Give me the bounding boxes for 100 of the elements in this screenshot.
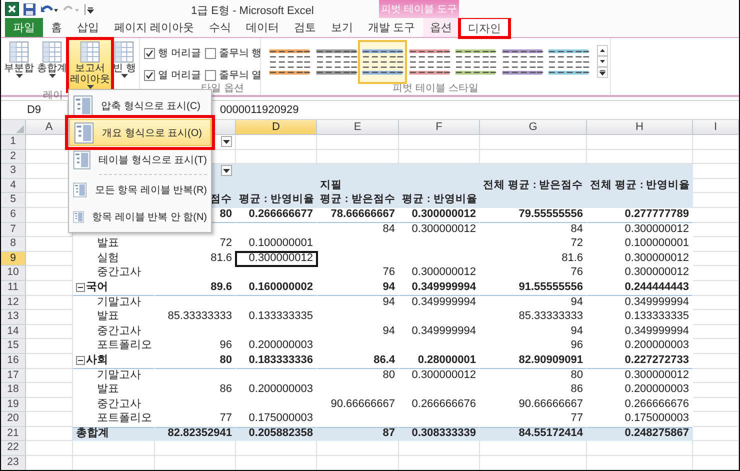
row-header[interactable]: 17 <box>1 368 26 384</box>
row-header[interactable]: 3 <box>1 164 26 179</box>
table-cell-text: 0.266666676 <box>410 398 477 412</box>
ribbon-button[interactable]: 빈 행 <box>112 40 137 90</box>
table-cell <box>693 150 739 164</box>
row-header[interactable]: 22 <box>1 441 26 456</box>
ribbon-tab[interactable]: 홈 <box>44 18 69 37</box>
table-cell: 0.28000001 <box>399 354 480 368</box>
ribbon-tab[interactable]: 검토 <box>287 18 324 37</box>
ribbon-button[interactable]: 부분합 <box>3 40 35 90</box>
checkbox-label[interactable]: 열 머리글 <box>158 68 201 82</box>
table-cell: 78.66666667 <box>317 208 399 223</box>
table-icon <box>80 41 100 63</box>
ribbon-tab[interactable]: 옵션 <box>423 18 460 37</box>
table-cell-text: 0.300000012 <box>410 222 477 237</box>
table-cell: 전체 평균 : 반영비율 <box>587 178 693 194</box>
collapse-icon[interactable] <box>76 283 85 292</box>
scroll-up-icon[interactable] <box>597 45 608 56</box>
ribbon-tab[interactable]: 보기 <box>324 18 360 37</box>
table-cell-text: 중간고사 <box>96 324 142 339</box>
row-header[interactable]: 13 <box>1 310 26 325</box>
row-header[interactable]: 21 <box>1 426 26 442</box>
ribbon-tab[interactable]: 데이터 <box>239 18 286 37</box>
row-header[interactable]: 16 <box>1 354 26 368</box>
table-cell-text: 중간고사 <box>96 266 142 280</box>
row-header[interactable]: 12 <box>1 296 26 310</box>
column-header[interactable]: D <box>236 120 317 135</box>
row-header[interactable]: 4 <box>1 178 26 194</box>
ribbon-tab[interactable]: 개발 도구 <box>361 18 422 37</box>
column-header[interactable]: I <box>693 120 739 135</box>
table-cell-text: 중간고사 <box>96 398 142 412</box>
table-cell-text: 0.175000003 <box>624 412 690 426</box>
row-header[interactable]: 23 <box>1 456 26 470</box>
table-cell <box>26 412 73 427</box>
table-cell: 0.277777789 <box>587 208 693 223</box>
checkbox[interactable] <box>144 48 155 58</box>
layout-icon <box>73 94 93 116</box>
checkbox[interactable] <box>204 70 216 80</box>
table-cell: 89.6 <box>155 280 236 296</box>
column-header[interactable]: F <box>399 120 480 135</box>
ribbon-button[interactable]: 보고서 레이아웃 <box>69 40 111 90</box>
collapse-icon[interactable] <box>76 356 85 366</box>
ribbon-tab[interactable]: 삽입 <box>70 18 106 37</box>
row-header[interactable]: 20 <box>1 412 26 427</box>
caret-icon <box>223 140 230 144</box>
table-cell-text: 0.266666676 <box>624 398 690 412</box>
row-header[interactable]: 14 <box>1 324 26 340</box>
row-header[interactable]: 8 <box>1 237 26 252</box>
row-header[interactable]: 9 <box>1 252 26 266</box>
checkbox[interactable] <box>144 70 155 80</box>
table-cell-text: 94 <box>570 296 584 310</box>
column-header[interactable]: H <box>587 120 693 135</box>
filter-dropdown-button[interactable] <box>221 136 232 148</box>
row-header[interactable]: 7 <box>1 222 26 238</box>
checkbox-label[interactable]: 줄무늬 행 <box>218 46 262 60</box>
row-header[interactable]: 11 <box>1 280 26 296</box>
menu-item[interactable]: 압축 형식으로 표시(C) <box>69 92 211 119</box>
menu-item[interactable]: 테이블 형식으로 표시(T) <box>69 146 211 173</box>
row-header[interactable]: 6 <box>1 208 26 223</box>
table-cell <box>693 383 739 398</box>
customize-toolbar-icon[interactable] <box>84 2 94 16</box>
row-header[interactable]: 2 <box>1 150 26 164</box>
checkbox[interactable] <box>204 48 216 58</box>
table-cell: 79.55555556 <box>480 208 587 223</box>
table-cell <box>693 164 739 179</box>
table-cell-text: 0.300000012 <box>410 368 477 382</box>
table-cell <box>693 324 739 340</box>
more-icon[interactable] <box>597 67 608 78</box>
table-cell: 86.4 <box>317 354 399 368</box>
table-cell-text: 0.175000003 <box>248 412 314 426</box>
row-header[interactable]: 1 <box>1 135 26 150</box>
table-cell-text: 94 <box>382 324 396 339</box>
table-cell <box>693 135 739 150</box>
row-header[interactable]: 19 <box>1 398 26 412</box>
checkbox-label[interactable]: 행 머리글 <box>158 46 201 60</box>
scroll-down-icon[interactable] <box>597 56 608 67</box>
column-header[interactable]: G <box>480 120 587 135</box>
ribbon-tab[interactable]: 디자인 <box>460 18 510 37</box>
filter-dropdown-button[interactable] <box>221 165 232 176</box>
table-cell <box>26 383 73 398</box>
ribbon-tab[interactable]: 페이지 레이아웃 <box>107 18 202 37</box>
row-header[interactable]: 15 <box>1 339 26 354</box>
table-cell <box>26 354 73 368</box>
row-header[interactable]: 18 <box>1 383 26 398</box>
ribbon-tab[interactable]: 파일 <box>5 18 43 37</box>
row-header[interactable]: 5 <box>1 193 26 208</box>
table-cell <box>26 398 73 412</box>
table-cell <box>26 339 73 354</box>
ribbon-tab[interactable]: 수식 <box>202 18 238 37</box>
table-cell-text: 85.33333333 <box>166 310 233 324</box>
table-style-thumbnail[interactable] <box>360 42 405 82</box>
layout-icon <box>74 122 94 144</box>
table-icon <box>9 41 29 63</box>
table-cell-text: 0.300000012 <box>624 368 690 382</box>
checkbox-label[interactable]: 줄무늬 열 <box>218 68 262 82</box>
column-header[interactable]: E <box>317 120 399 135</box>
table-cell-text: 72 <box>570 237 584 252</box>
table-cell-text: 81.6 <box>560 252 584 266</box>
save-icon[interactable] <box>23 2 36 16</box>
row-header[interactable]: 10 <box>1 266 26 281</box>
